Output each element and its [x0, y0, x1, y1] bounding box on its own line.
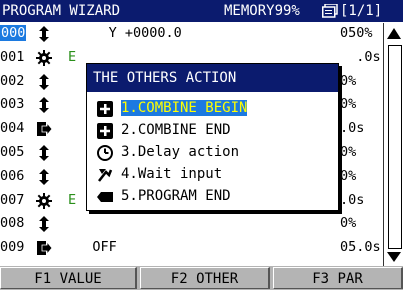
- menu-item-label: 1.COMBINE BEGIN: [121, 100, 248, 116]
- program-row[interactable]: 009 OFF 05.0s: [0, 237, 383, 260]
- enter-icon: [36, 121, 53, 137]
- clock-icon: [97, 145, 113, 161]
- gear-icon: [36, 49, 52, 66]
- program-end-icon: [97, 189, 113, 205]
- program-row[interactable]: 000 Y +0000.0 050%: [0, 23, 383, 46]
- screen: PROGRAM WIZARD MEMORY99% [1/1] 000 Y +00…: [0, 0, 403, 290]
- row-value: 050%: [340, 25, 373, 41]
- scrollbar[interactable]: [383, 23, 403, 266]
- up-down-arrow-icon: [36, 168, 52, 185]
- row-value: 0%: [340, 144, 357, 160]
- row-value: 0%: [340, 215, 357, 232]
- line-number: 004: [0, 120, 25, 137]
- row-value: 05.0s: [340, 239, 381, 256]
- scroll-track[interactable]: [388, 45, 402, 249]
- plus-box-icon: [97, 123, 113, 139]
- row-value: 0%: [340, 96, 357, 113]
- row-value: 0%: [340, 72, 357, 89]
- menu-item-2[interactable]: 2.COMBINE END: [95, 120, 335, 142]
- function-key-bar: F1 VALUE F2 OTHER F3 PAR: [0, 266, 403, 290]
- memory-indicator: MEMORY99%: [224, 3, 300, 19]
- menu-item-label: 5.PROGRAM END: [121, 188, 231, 204]
- scroll-down-arrow-icon[interactable]: [386, 250, 402, 265]
- title-bar: PROGRAM WIZARD MEMORY99% [1/1]: [0, 0, 403, 22]
- command-text: Y +0000.0: [68, 25, 182, 41]
- up-down-arrow-icon: [36, 145, 52, 161]
- line-number: 003: [0, 96, 25, 113]
- row-value: 0%: [340, 167, 357, 184]
- line-number: 005: [0, 144, 25, 160]
- line-number: 001: [0, 48, 25, 65]
- menu-item-label: 4.Wait input: [121, 166, 223, 182]
- up-down-arrow-icon: [36, 216, 52, 233]
- command-text: E: [68, 48, 77, 65]
- enter-icon: [36, 240, 53, 256]
- page-indicator: [1/1]: [340, 3, 383, 19]
- line-number: 008: [0, 215, 25, 232]
- scroll-up-arrow-icon[interactable]: [386, 24, 402, 42]
- menu-item-4[interactable]: 4.Wait input: [95, 164, 335, 186]
- line-number: 007: [0, 191, 25, 208]
- menu-item-label: 3.Delay action: [121, 144, 240, 160]
- row-value: .0s: [340, 48, 381, 65]
- gear-icon: [36, 192, 52, 209]
- menu-item-label: 2.COMBINE END: [121, 122, 231, 138]
- f1-value-button[interactable]: F1 VALUE: [0, 267, 137, 289]
- wait-input-icon: [97, 167, 113, 183]
- up-down-arrow-icon: [36, 73, 52, 90]
- command-text: OFF: [68, 239, 117, 256]
- row-value: .0s: [340, 120, 365, 137]
- dialog-title: THE OTHERS ACTION: [87, 64, 338, 92]
- others-action-dialog[interactable]: THE OTHERS ACTION 1.COMBINE BEGIN 2.COMBI…: [86, 63, 339, 211]
- line-number: 009: [0, 239, 25, 256]
- line-number: 002: [0, 72, 25, 89]
- page-icon: [322, 3, 338, 18]
- up-down-arrow-icon: [36, 26, 52, 42]
- up-down-arrow-icon: [36, 97, 52, 114]
- line-number: 006: [0, 167, 25, 184]
- plus-box-icon: [97, 101, 113, 117]
- f3-par-button[interactable]: F3 PAR: [273, 267, 403, 289]
- command-text: E: [68, 191, 77, 208]
- program-row[interactable]: 008 0%: [0, 213, 383, 236]
- menu-item-5[interactable]: 5.PROGRAM END: [95, 186, 335, 208]
- program-title: PROGRAM WIZARD: [2, 3, 121, 19]
- f2-other-button[interactable]: F2 OTHER: [140, 267, 270, 289]
- menu-item-3[interactable]: 3.Delay action: [95, 142, 335, 164]
- row-value: .0s: [340, 191, 365, 208]
- menu-item-1[interactable]: 1.COMBINE BEGIN: [95, 98, 335, 120]
- line-number: 000: [0, 25, 27, 41]
